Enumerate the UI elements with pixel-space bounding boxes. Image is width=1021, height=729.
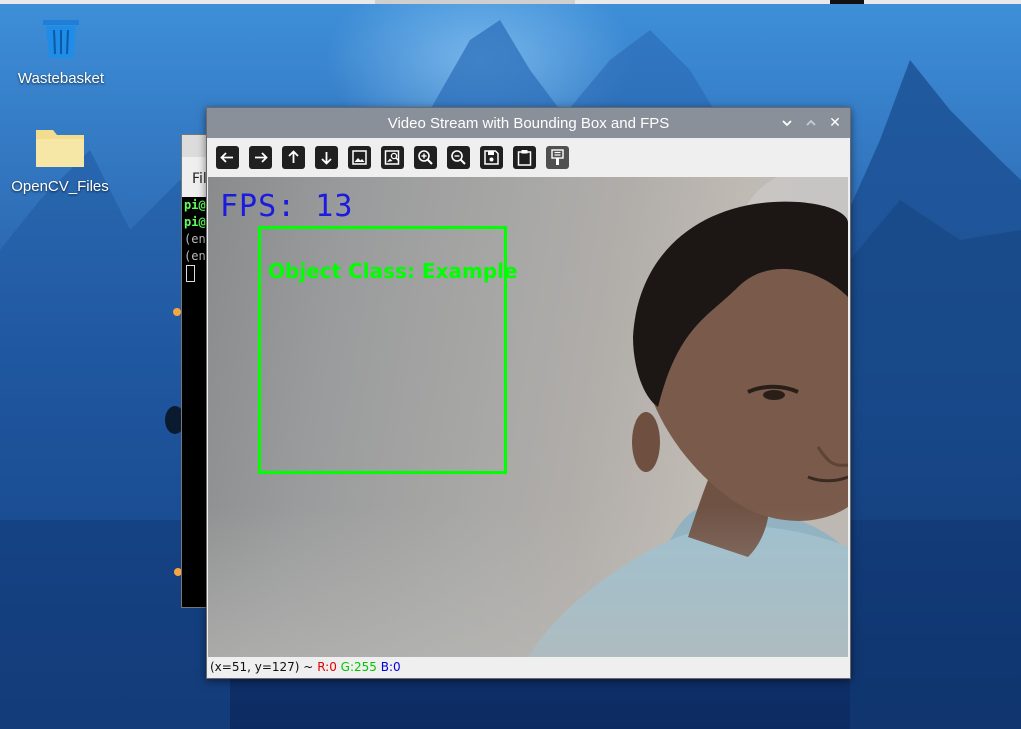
- trash-icon: [6, 18, 116, 64]
- window-titlebar[interactable]: Video Stream with Bounding Box and FPS ✕: [207, 108, 850, 138]
- zoom-in-button[interactable]: [414, 146, 437, 169]
- wall-shading: [208, 507, 848, 657]
- window-title: Video Stream with Bounding Box and FPS: [387, 115, 670, 132]
- status-coords: (x=51, y=127) ~: [210, 660, 314, 674]
- properties-button[interactable]: [546, 146, 569, 169]
- pan-up-button[interactable]: [282, 146, 305, 169]
- arrow-right-icon: [255, 152, 268, 163]
- save-button[interactable]: [480, 146, 503, 169]
- folder-icon: [5, 126, 115, 172]
- close-button[interactable]: ✕: [826, 114, 844, 132]
- pan-down-button[interactable]: [315, 146, 338, 169]
- status-red-value: R:0: [317, 660, 337, 674]
- desktop-icon-label: OpenCV_Files: [11, 178, 109, 195]
- paint-brush-icon: [551, 149, 564, 165]
- status-bar: (x=51, y=127) ~ R:0 G:255 B:0: [207, 657, 850, 677]
- desktop-icon-opencv-files[interactable]: OpenCV_Files: [5, 126, 115, 195]
- fps-overlay: FPS: 13: [220, 189, 354, 224]
- toolbar: [207, 138, 850, 176]
- desktop-icon-wastebasket[interactable]: Wastebasket: [6, 18, 116, 87]
- desktop-icon-label: Wastebasket: [17, 70, 105, 87]
- minimize-button[interactable]: [778, 114, 796, 132]
- arrow-left-icon: [220, 152, 233, 163]
- image-search-icon: [384, 150, 400, 165]
- video-stream-window[interactable]: Video Stream with Bounding Box and FPS ✕: [206, 107, 851, 679]
- zoom-in-icon: [418, 150, 433, 165]
- zoom-out-icon: [451, 150, 466, 165]
- zoom-original-button[interactable]: [348, 146, 371, 169]
- maximize-button[interactable]: [802, 114, 820, 132]
- pan-right-button[interactable]: [249, 146, 272, 169]
- save-icon: [484, 150, 499, 165]
- chevron-up-icon: [806, 119, 816, 126]
- chevron-down-icon: [782, 120, 792, 127]
- terminal-cursor: [186, 265, 195, 282]
- clipboard-icon: [517, 150, 532, 166]
- arrow-up-icon: [288, 150, 299, 163]
- copy-to-clipboard-button[interactable]: [513, 146, 536, 169]
- zoom-fit-button[interactable]: [381, 146, 404, 169]
- image-icon: [352, 150, 367, 165]
- status-blue-value: B:0: [380, 660, 401, 674]
- pan-left-button[interactable]: [216, 146, 239, 169]
- bounding-box-label: Object Class: Example: [268, 259, 518, 283]
- status-green-value: G:255: [340, 660, 377, 674]
- zoom-out-button[interactable]: [447, 146, 470, 169]
- arrow-down-icon: [321, 152, 332, 165]
- close-icon: ✕: [829, 115, 841, 131]
- video-frame[interactable]: FPS: 13 Object Class: Example: [208, 177, 848, 657]
